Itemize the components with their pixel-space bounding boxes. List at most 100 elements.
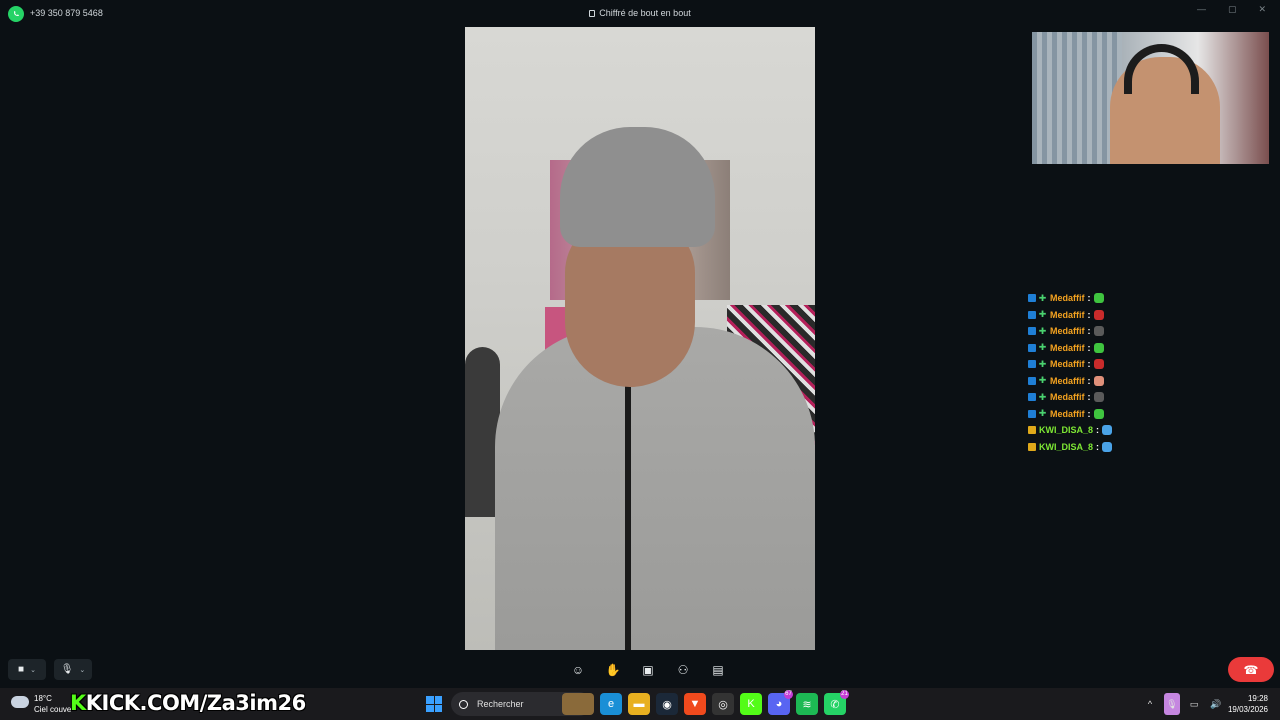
spotify-icon[interactable]: ≋ <box>796 693 818 715</box>
minimize-icon[interactable]: — <box>1197 4 1206 15</box>
subscriber-badge-icon: ✚ <box>1038 408 1047 419</box>
verified-badge-icon <box>1028 327 1036 336</box>
chat-separator: : <box>1096 441 1100 452</box>
emote-icon <box>1093 309 1104 320</box>
chat-message: KWI_DISA_8: <box>1028 422 1138 439</box>
chat-button[interactable]: ▤ <box>706 660 730 680</box>
chat-username[interactable]: Medaffif <box>1050 310 1085 320</box>
taskbar-clock[interactable]: 19:28 19/03/2026 <box>1228 693 1268 715</box>
chat-username[interactable]: KWI_DISA_8 <box>1039 425 1093 435</box>
kick-channel-overlay: KKICK.COM/Za3im26 <box>70 691 306 715</box>
reactions-button[interactable]: ☺ <box>566 660 590 680</box>
obs-icon[interactable]: ◎ <box>712 693 734 715</box>
chat-message: ✚ Medaffif: <box>1028 307 1138 324</box>
kick-url: KICK.COM/Za3im26 <box>85 691 306 715</box>
gift-badge-icon <box>1028 426 1036 435</box>
chat-username[interactable]: Medaffif <box>1050 392 1085 402</box>
verified-badge-icon <box>1028 409 1036 418</box>
verified-badge-icon <box>1028 343 1036 352</box>
edge-icon[interactable]: e <box>600 693 622 715</box>
system-tray: ^ 🎙 ▭ 🔊 <box>1142 693 1224 715</box>
subscriber-badge-icon: ✚ <box>1038 375 1047 386</box>
self-background-curtain <box>1032 32 1122 164</box>
chevron-down-icon[interactable]: ⌄ <box>79 666 85 674</box>
chat-message: ✚ Medaffif: <box>1028 356 1138 373</box>
chat-message: ✚ Medaffif: <box>1028 323 1138 340</box>
chat-separator: : <box>1087 359 1091 370</box>
close-icon[interactable]: ✕ <box>1258 4 1266 15</box>
person-beanie <box>560 127 715 247</box>
chat-separator: : <box>1087 326 1091 337</box>
files-icon[interactable]: ▬ <box>628 693 650 715</box>
chevron-up-icon[interactable]: ^ <box>1142 693 1158 715</box>
chat-separator: : <box>1087 375 1091 386</box>
chat-username[interactable]: KWI_DISA_8 <box>1039 442 1093 452</box>
chat-username[interactable]: Medaffif <box>1050 293 1085 303</box>
brave-icon[interactable]: ▼ <box>684 693 706 715</box>
volume-icon[interactable]: 🔊 <box>1208 693 1224 715</box>
whatsapp-icon[interactable]: ✆ 21 <box>824 690 849 715</box>
emote-icon <box>1093 326 1104 337</box>
weather-temperature[interactable]: 18°C <box>34 694 52 703</box>
discord-icon[interactable]: ◕ 67 <box>768 690 793 715</box>
steam-icon[interactable]: ◉ <box>656 693 678 715</box>
files-glyph: ▬ <box>633 698 645 710</box>
stream-chat-overlay: ✚ Medaffif: ✚ Medaffif: ✚ Medaffif: ✚ Medaffif:… <box>1028 290 1138 455</box>
emote-icon <box>1093 293 1104 304</box>
microphone-in-use-icon[interactable]: 🎙 <box>1164 693 1180 715</box>
clock-time: 19:28 <box>1247 694 1268 703</box>
hang-up-icon: ☎ <box>1243 662 1259 677</box>
chat-username[interactable]: Medaffif <box>1050 359 1085 369</box>
emote-icon <box>1102 425 1113 436</box>
subscriber-badge-icon: ✚ <box>1038 292 1047 303</box>
camera-toggle-button[interactable]: ■ ⌄ <box>8 659 46 680</box>
cloud-icon[interactable] <box>11 696 29 708</box>
gift-badge-icon <box>1028 442 1036 451</box>
maximize-icon[interactable]: ▢ <box>1228 4 1237 15</box>
whatsapp-glyph: ✆ <box>830 698 840 711</box>
edge-glyph: e <box>607 698 615 710</box>
verified-badge-icon <box>1028 310 1036 319</box>
emote-icon <box>1093 392 1104 403</box>
verified-badge-icon <box>1028 376 1036 385</box>
taskbar-widget-icon[interactable] <box>562 693 594 715</box>
chat-message: ✚ Medaffif: <box>1028 373 1138 390</box>
chat-separator: : <box>1087 309 1091 320</box>
headset-icon <box>1124 44 1199 94</box>
taskbar-apps: e ▬ ◉ ▼ ◎ K ◕ 67 ≋ ✆ 21 <box>562 690 849 715</box>
raise-hand-button[interactable]: ✋ <box>601 660 625 680</box>
emote-icon <box>1093 375 1104 386</box>
kick-glyph: K <box>747 698 755 710</box>
steam-glyph: ◉ <box>662 698 672 711</box>
chevron-down-icon[interactable]: ⌄ <box>30 666 36 674</box>
brave-glyph: ▼ <box>689 698 701 710</box>
kick-icon[interactable]: K <box>740 693 762 715</box>
chat-message: ✚ Medaffif: <box>1028 340 1138 357</box>
hoodie-zipper <box>625 367 631 650</box>
discord-glyph: ◕ <box>775 698 783 710</box>
emote-icon <box>1093 342 1104 353</box>
end-call-button[interactable]: ☎ <box>1228 657 1274 682</box>
emote-icon <box>1102 441 1113 452</box>
self-video-preview[interactable] <box>1032 32 1269 164</box>
weather-description[interactable]: Ciel couve <box>34 705 71 714</box>
remote-video-feed <box>465 27 815 650</box>
subscriber-badge-icon: ✚ <box>1038 342 1047 353</box>
microphone-toggle-button[interactable]: 🎙 ⌄ <box>54 659 92 680</box>
clock-date: 19/03/2026 <box>1227 705 1268 714</box>
chat-username[interactable]: Medaffif <box>1050 326 1085 336</box>
search-label: Rechercher <box>477 699 524 709</box>
chat-username[interactable]: Medaffif <box>1050 409 1085 419</box>
share-screen-button[interactable]: ▣ <box>636 660 660 680</box>
notification-badge: 67 <box>784 690 793 699</box>
network-icon[interactable]: ▭ <box>1186 693 1202 715</box>
emote-icon <box>1093 408 1104 419</box>
lock-icon <box>589 10 596 17</box>
search-icon <box>459 699 468 709</box>
windows-start-icon[interactable] <box>426 696 442 712</box>
chat-username[interactable]: Medaffif <box>1050 376 1085 386</box>
add-person-icon: ⚇ <box>677 663 689 677</box>
add-participant-button[interactable]: ⚇ <box>671 660 695 680</box>
call-controls: ☺ ✋ ▣ ⚇ ▤ <box>566 660 730 680</box>
chat-username[interactable]: Medaffif <box>1050 343 1085 353</box>
